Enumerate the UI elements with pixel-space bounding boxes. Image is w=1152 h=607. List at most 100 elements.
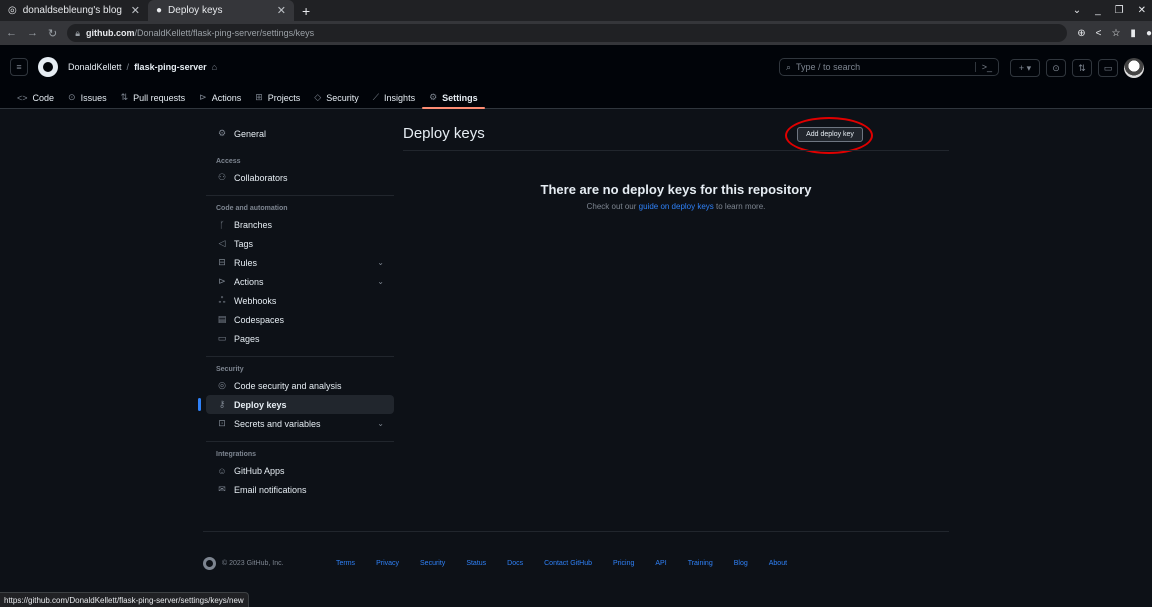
code-icon: <> — [17, 92, 28, 103]
webhook-icon: ஃ — [218, 294, 226, 305]
close-icon[interactable]: ✕ — [277, 4, 286, 17]
breadcrumb-repo[interactable]: flask-ping-server — [134, 62, 207, 72]
footer-link-status[interactable]: Status — [466, 560, 486, 567]
breadcrumb-owner[interactable]: DonaldKellett — [68, 62, 122, 72]
blankslate-description: Check out our guide on deploy keys to le… — [403, 202, 949, 211]
tab-issues[interactable]: ⊙ Issues — [61, 86, 114, 109]
share-icon[interactable]: < — [1096, 28, 1102, 39]
close-icon[interactable]: ✕ — [131, 4, 140, 17]
tab-code[interactable]: <> Code — [10, 86, 61, 109]
footer-link-docs[interactable]: Docs — [507, 560, 523, 567]
rules-icon: ⊟ — [218, 257, 226, 267]
reload-icon[interactable]: ↻ — [48, 27, 57, 40]
sidebar-item-label: GitHub Apps — [234, 465, 285, 476]
sidebar-item-tags[interactable]: ◁ Tags — [206, 234, 394, 253]
footer-link-api[interactable]: API — [655, 560, 666, 567]
translate-icon[interactable]: ⊕ — [1077, 28, 1085, 39]
url-field[interactable]: 🔒︎ github.com/DonaldKellett/flask-ping-s… — [67, 24, 1068, 42]
minimize-icon[interactable]: _ — [1095, 5, 1101, 16]
sidebar-item-label: Codespaces — [234, 314, 285, 325]
sidebar-item-collaborators[interactable]: ⚇ Collaborators — [206, 168, 394, 187]
copyright: © 2023 GitHub, Inc. — [222, 559, 284, 567]
sidebar-item-code-security[interactable]: ◎ Code security and analysis — [206, 376, 394, 395]
guide-link[interactable]: guide on deploy keys — [639, 202, 714, 211]
url-path: /DonaldKellett/flask-ping-server/setting… — [134, 28, 315, 38]
footer: © 2023 GitHub, Inc. Terms Privacy Securi… — [203, 555, 808, 571]
tab-insights[interactable]: ⟋ Insights — [366, 86, 422, 109]
apps-icon: ☺ — [217, 465, 227, 476]
inbox-icon[interactable]: ▭ — [1098, 59, 1118, 77]
footer-link-terms[interactable]: Terms — [336, 560, 355, 567]
sidebar-item-email-notifications[interactable]: ✉ Email notifications — [206, 480, 394, 499]
sidebar-item-pages[interactable]: ▭ Pages — [206, 329, 394, 348]
blankslate-text-pre: Check out our — [586, 202, 639, 211]
sidebar-item-label: General — [234, 128, 267, 139]
lock-icon: ⌂ — [211, 62, 218, 72]
sidebar-item-label: Email notifications — [234, 484, 307, 495]
restore-icon[interactable]: ❐ — [1115, 5, 1124, 16]
avatar[interactable] — [1124, 58, 1144, 78]
url-host: github.com — [86, 28, 135, 38]
sidebar-item-label: Branches — [234, 219, 273, 230]
footer-link-security[interactable]: Security — [420, 560, 445, 567]
tab-title: donaldsebleung's blog — [22, 5, 122, 16]
sidebar-heading-code: Code and automation — [216, 205, 288, 212]
codespaces-icon: ▤ — [217, 314, 227, 324]
chevron-down-icon[interactable]: ⌄ — [1073, 5, 1081, 16]
back-icon[interactable]: ← — [6, 27, 17, 39]
sidebar-item-github-apps[interactable]: ☺ GitHub Apps — [206, 461, 394, 480]
profile-icon[interactable]: ● — [1146, 28, 1152, 39]
footer-link-privacy[interactable]: Privacy — [376, 560, 399, 567]
footer-link-about[interactable]: About — [769, 560, 787, 567]
chevron-down-icon: ⌄ — [377, 419, 384, 428]
play-icon: ⊳ — [218, 276, 226, 286]
tab-projects[interactable]: ⊞ Projects — [248, 86, 307, 109]
browser-tab-deploy-keys[interactable]: ● Deploy keys ✕ — [148, 0, 294, 21]
footer-link-blog[interactable]: Blog — [734, 560, 748, 567]
sidebar-item-codespaces[interactable]: ▤ Codespaces — [206, 310, 394, 329]
footer-link-pricing[interactable]: Pricing — [613, 560, 634, 567]
browser-icon: ▭ — [217, 333, 227, 343]
sidebar-item-label: Code security and analysis — [234, 380, 342, 391]
tab-settings[interactable]: ⚙ Settings — [422, 86, 485, 109]
sidebar-item-webhooks[interactable]: ஃ Webhooks — [206, 291, 394, 310]
search-input[interactable]: ⌕ Type / to search >_ — [779, 58, 999, 76]
sidebar-item-deploy-keys[interactable]: ⚷ Deploy keys — [198, 395, 394, 414]
sidebar-item-secrets[interactable]: ⊡ Secrets and variables ⌄ — [206, 414, 394, 433]
hamburger-menu-icon[interactable]: ≡ — [10, 58, 28, 76]
github-logo-icon[interactable] — [203, 556, 216, 570]
browser-tab-blog[interactable]: ◎ donaldsebleung's blog ✕ — [0, 0, 148, 21]
sidebar-item-label: Deploy keys — [234, 399, 287, 410]
sidebar-item-branches[interactable]: ᚴ Branches — [206, 215, 394, 234]
star-icon[interactable]: ☆ — [1111, 28, 1120, 39]
secret-icon: ⊡ — [218, 418, 226, 428]
page-title: Deploy keys — [403, 125, 485, 142]
tab-label: Pull requests — [133, 92, 186, 103]
chevron-down-icon: ⌄ — [377, 258, 384, 267]
forward-icon[interactable]: → — [27, 27, 38, 39]
new-tab-button[interactable]: + — [302, 0, 310, 21]
pull-requests-icon[interactable]: ⇅ — [1072, 59, 1092, 77]
play-icon: ⊳ — [199, 92, 207, 102]
github-logo-icon[interactable] — [38, 57, 58, 77]
sidebar-heading-integrations: Integrations — [216, 451, 257, 458]
tab-label: Actions — [211, 92, 242, 103]
command-palette-icon[interactable]: >_ — [974, 62, 992, 72]
browser-tabstrip: ◎ donaldsebleung's blog ✕ ● Deploy keys … — [0, 0, 1152, 21]
issues-icon[interactable]: ⊙ — [1046, 59, 1066, 77]
sidebar-item-actions[interactable]: ⊳ Actions ⌄ — [206, 272, 394, 291]
footer-link-training[interactable]: Training — [688, 560, 713, 567]
tab-actions[interactable]: ⊳ Actions — [192, 86, 248, 109]
status-url: https://github.com/DonaldKellett/flask-p… — [0, 592, 249, 607]
sidebar-item-rules[interactable]: ⊟ Rules ⌄ — [206, 253, 394, 272]
footer-link-contact[interactable]: Contact GitHub — [544, 560, 592, 567]
tab-security[interactable]: ◇ Security — [307, 86, 365, 109]
close-window-icon[interactable]: ✕ — [1138, 5, 1146, 16]
tab-pull-requests[interactable]: ⇅ Pull requests — [114, 86, 193, 109]
sidepanel-icon[interactable]: ▮ — [1130, 28, 1136, 39]
sidebar-item-general[interactable]: ⚙ General — [206, 124, 394, 143]
footer-divider — [203, 531, 949, 532]
sidebar-item-label: Actions — [234, 276, 264, 287]
codescan-icon: ◎ — [218, 380, 226, 390]
create-new-icon[interactable]: + ▾ — [1010, 59, 1040, 77]
